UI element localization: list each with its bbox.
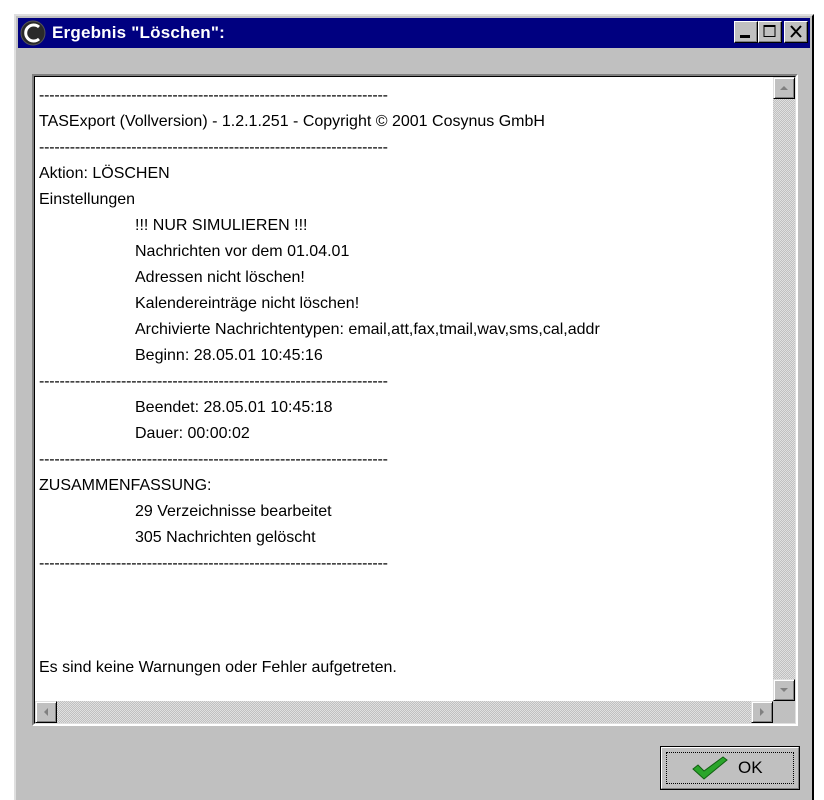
minimize-button[interactable] (734, 21, 758, 43)
caption-buttons (734, 21, 808, 43)
log-line: Es sind keine Warnungen oder Fehler aufg… (39, 659, 397, 676)
arrow-right-icon (760, 708, 764, 716)
result-dialog: Ergebnis "Löschen": --------------------… (14, 14, 814, 800)
ok-button[interactable]: OK (660, 746, 800, 790)
log-line: Beginn: 28.05.01 10:45:16 (135, 347, 323, 364)
app-logo-icon[interactable] (20, 20, 46, 46)
separator-line: ----------------------------------------… (39, 139, 388, 156)
focus-rectangle (666, 752, 794, 784)
log-line: !!! NUR SIMULIEREN !!! (135, 217, 308, 234)
scrollbar-corner (773, 701, 795, 723)
minimize-icon (740, 35, 750, 38)
maximize-icon (763, 25, 776, 37)
arrow-left-icon (44, 708, 48, 716)
separator-line: ----------------------------------------… (39, 373, 388, 390)
arrow-down-icon (780, 688, 788, 692)
scroll-left-button[interactable] (35, 701, 57, 723)
scroll-right-button[interactable] (751, 701, 773, 723)
scroll-up-button[interactable] (773, 77, 795, 99)
log-text: ----------------------------------------… (39, 83, 773, 693)
separator-line: ----------------------------------------… (39, 555, 388, 572)
scroll-down-button[interactable] (773, 679, 795, 701)
ok-button-label: OK (738, 758, 763, 777)
checkmark-icon (692, 756, 728, 780)
log-line: Aktion: LÖSCHEN (39, 165, 170, 182)
log-line: Kalendereinträge nicht löschen! (135, 295, 360, 312)
arrow-up-icon (780, 86, 788, 90)
vertical-scrollbar[interactable] (773, 77, 795, 701)
log-line: ZUSAMMENFASSUNG: (39, 477, 212, 494)
log-line: TASExport (Vollversion) - 1.2.1.251 - Co… (39, 113, 545, 130)
window-title: Ergebnis "Löschen": (52, 23, 225, 42)
log-line: Archivierte Nachrichtentypen: email,att,… (135, 321, 600, 338)
log-line: 29 Verzeichnisse bearbeitet (135, 503, 332, 520)
log-textarea[interactable]: ----------------------------------------… (32, 74, 798, 726)
maximize-button[interactable] (758, 21, 782, 43)
close-button[interactable] (784, 21, 808, 43)
log-line: 305 Nachrichten gelöscht (135, 529, 316, 546)
close-icon (790, 25, 802, 38)
separator-line: ----------------------------------------… (39, 87, 388, 104)
log-line: Einstellungen (39, 191, 136, 208)
log-line: Nachrichten vor dem 01.04.01 (135, 243, 350, 260)
log-line: Dauer: 00:00:02 (135, 425, 250, 442)
log-line: Beendet: 28.05.01 10:45:18 (135, 399, 333, 416)
log-line: Adressen nicht löschen! (135, 269, 305, 286)
horizontal-scrollbar[interactable] (35, 701, 773, 723)
separator-line: ----------------------------------------… (39, 451, 388, 468)
title-bar[interactable]: Ergebnis "Löschen": (18, 18, 810, 48)
